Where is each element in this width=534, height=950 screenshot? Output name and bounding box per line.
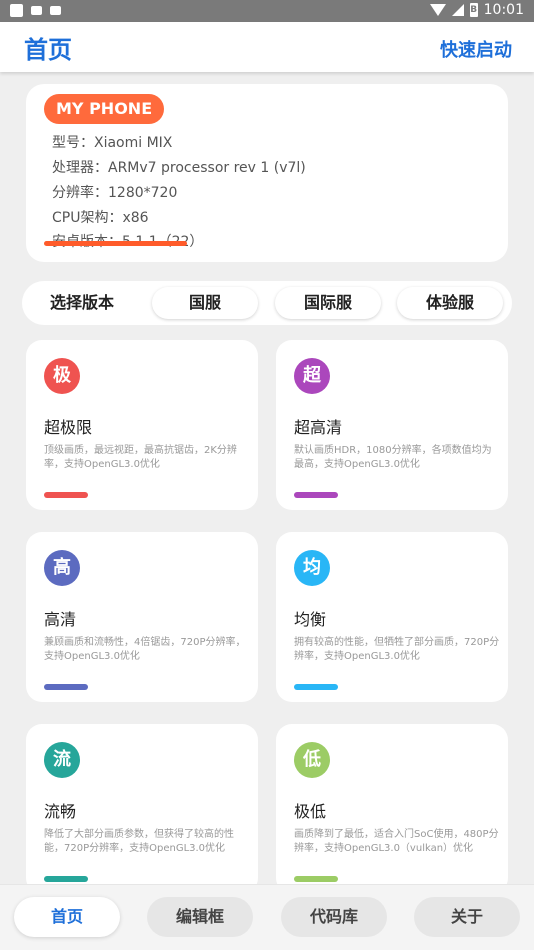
notification-icons — [10, 4, 61, 17]
nav-code-library[interactable]: 代码库 — [281, 897, 387, 937]
mode-icon-balanced: 均 — [294, 550, 330, 586]
mode-card-very-low[interactable]: 低 极低 画质降到了最低，适合入门SoC使用，480P分辨率，支持OpenGL3… — [276, 724, 508, 894]
mode-card-ultra-hd[interactable]: 超 超高清 默认画质HDR，1080分辨率，各项数值均为最高，支持OpenGL3… — [276, 340, 508, 510]
mode-card-balanced[interactable]: 均 均衡 拥有较高的性能，但牺牲了部分画质，720P分辨率，支持OpenGL3.… — [276, 532, 508, 702]
nav-about[interactable]: 关于 — [414, 897, 520, 937]
mode-accent-bar — [294, 492, 338, 498]
mode-description: 拥有较高的性能，但牺牲了部分画质，720P分辨率，支持OpenGL3.0优化 — [294, 637, 500, 662]
mode-title: 极低 — [294, 802, 327, 821]
mode-card-hd[interactable]: 高 高清 兼顾画质和流畅性，4倍锯齿，720P分辨率，支持OpenGL3.0优化 — [26, 532, 258, 702]
battery-icon: B — [469, 3, 478, 17]
notification-icon — [10, 4, 23, 17]
tab-cn-server[interactable]: 国服 — [152, 287, 258, 319]
page-title: 首页 — [24, 36, 72, 64]
mode-accent-bar — [44, 684, 88, 690]
wifi-icon — [429, 4, 446, 16]
highlight-underline — [44, 241, 187, 246]
mode-accent-bar — [44, 492, 88, 498]
image-icon — [50, 6, 61, 15]
quick-start-button[interactable]: 快速启动 — [440, 36, 512, 62]
mode-description: 画质降到了最低，适合入门SoC使用，480P分辨率，支持OpenGL3.0（vu… — [294, 829, 499, 854]
message-icon — [31, 6, 42, 15]
mode-description: 默认画质HDR，1080分辨率，各项数值均为最高，支持OpenGL3.0优化 — [294, 445, 492, 470]
tab-select-version[interactable]: 选择版本 — [32, 287, 132, 319]
device-model: 型号：Xiaomi MIX — [52, 135, 173, 151]
mode-accent-bar — [44, 876, 88, 882]
tab-beta-server[interactable]: 体验服 — [397, 287, 503, 319]
mode-accent-bar — [294, 876, 338, 882]
mode-accent-bar — [294, 684, 338, 690]
mode-title: 超极限 — [44, 418, 93, 437]
mode-card-ultra-extreme[interactable]: 极 超极限 顶级画质，最远视距，最高抗锯齿，2K分辨率，支持OpenGL3.0优… — [26, 340, 258, 510]
mode-description: 兼顾画质和流畅性，4倍锯齿，720P分辨率，支持OpenGL3.0优化 — [44, 637, 246, 662]
mode-description: 降低了大部分画质参数，但获得了较高的性能，720P分辨率，支持OpenGL3.0… — [44, 829, 234, 854]
mode-title: 超高清 — [294, 418, 343, 437]
device-resolution: 分辨率：1280*720 — [52, 185, 178, 201]
device-info-card: MY PHONE 型号：Xiaomi MIX 处理器：ARMv7 process… — [26, 84, 508, 262]
tab-global-server[interactable]: 国际服 — [275, 287, 381, 319]
device-cpu-arch: CPU架构：x86 — [52, 210, 149, 226]
version-tabs: 选择版本 国服 国际服 体验服 — [22, 281, 512, 325]
system-icons: B 10:01 — [429, 2, 524, 18]
mode-icon-extreme: 极 — [44, 358, 80, 394]
mode-description: 顶级画质，最远视距，最高抗锯齿，2K分辨率，支持OpenGL3.0优化 — [44, 445, 237, 470]
status-bar: B 10:01 — [0, 0, 534, 22]
signal-icon — [451, 4, 464, 16]
clock: 10:01 — [483, 2, 524, 18]
mode-icon-ultra: 超 — [294, 358, 330, 394]
nav-home[interactable]: 首页 — [14, 897, 120, 937]
mode-icon-high: 高 — [44, 550, 80, 586]
mode-icon-low: 低 — [294, 742, 330, 778]
device-processor: 处理器：ARMv7 processor rev 1 (v7l) — [52, 160, 306, 176]
app-bar: 首页 快速启动 — [0, 22, 534, 72]
nav-editor[interactable]: 编辑框 — [147, 897, 253, 937]
mode-title: 高清 — [44, 610, 77, 629]
mode-title: 均衡 — [294, 610, 327, 629]
mode-icon-smooth: 流 — [44, 742, 80, 778]
mode-title: 流畅 — [44, 802, 77, 821]
mode-card-smooth[interactable]: 流 流畅 降低了大部分画质参数，但获得了较高的性能，720P分辨率，支持Open… — [26, 724, 258, 894]
device-badge: MY PHONE — [44, 94, 165, 124]
bottom-nav: 首页 编辑框 代码库 关于 — [0, 884, 534, 950]
